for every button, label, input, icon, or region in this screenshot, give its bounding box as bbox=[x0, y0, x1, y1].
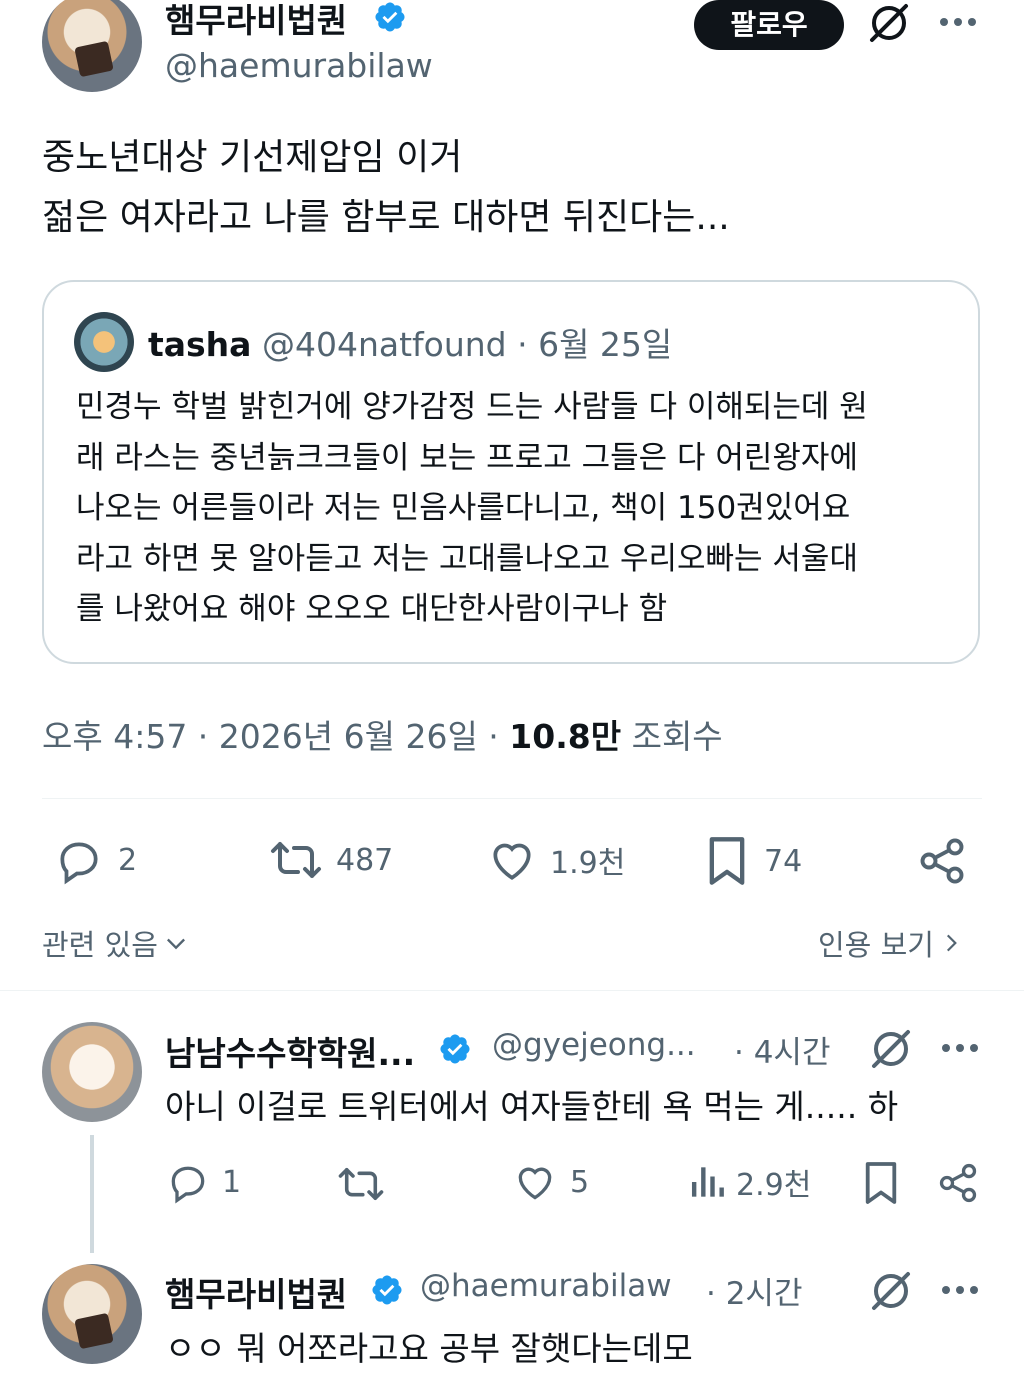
views-icon bbox=[688, 1160, 726, 1204]
retweet-count: 487 bbox=[336, 842, 394, 878]
reply-like-count: 5 bbox=[570, 1164, 590, 1200]
like-button[interactable]: 1.9천 bbox=[486, 835, 625, 885]
like-icon bbox=[486, 835, 538, 885]
quoted-date: · 6월 25일 bbox=[517, 325, 673, 364]
divider bbox=[0, 990, 1024, 991]
reply-reply-count: 1 bbox=[222, 1164, 242, 1200]
related-label: 관련 있음 bbox=[42, 928, 158, 962]
view-quotes-link[interactable]: 인용 보기 bbox=[818, 922, 964, 964]
verified-badge-icon bbox=[438, 1032, 472, 1066]
quoted-text-line: 나오는 어른들이라 저는 민음사를다니고, 책이 150권있어요 bbox=[76, 490, 851, 526]
like-icon bbox=[512, 1160, 558, 1204]
reply-time[interactable]: · 2시간 bbox=[706, 1268, 802, 1313]
tweet-text: 중노년대상 기선제압임 이거 젊은 여자라고 나를 함부로 대하면 뒤진다는..… bbox=[42, 128, 730, 248]
reply-author-name[interactable]: 남남수수학학원... bbox=[165, 1027, 415, 1075]
reply-text: ㅇㅇ 뭐 어쪼라고요 공부 잘햇다는데모 bbox=[165, 1329, 693, 1368]
tweet-text-line: 젊은 여자라고 나를 함부로 대하면 뒤진다는... bbox=[42, 197, 730, 238]
bookmark-icon[interactable] bbox=[862, 1160, 900, 1206]
retweet-icon[interactable] bbox=[336, 1162, 386, 1206]
views-label: 조회수 bbox=[631, 717, 723, 756]
chevron-down-icon bbox=[162, 929, 190, 957]
reply-time[interactable]: · 4시간 bbox=[734, 1027, 830, 1072]
quoted-tweet[interactable]: tasha @404natfound · 6월 25일 민경누 학벌 밝힌거에 … bbox=[42, 280, 980, 664]
tweet-text-line: 중노년대상 기선제압임 이거 bbox=[42, 137, 463, 178]
views-count: 10.8만 bbox=[509, 717, 622, 756]
retweet-button[interactable]: 487 bbox=[268, 835, 393, 885]
grok-icon[interactable] bbox=[864, 0, 914, 48]
related-toggle[interactable]: 관련 있음 bbox=[42, 922, 190, 964]
more-icon[interactable] bbox=[938, 10, 978, 34]
view-quotes-label: 인용 보기 bbox=[818, 928, 934, 962]
reply-icon bbox=[166, 1160, 210, 1204]
share-icon[interactable] bbox=[936, 1160, 980, 1206]
quoted-author-name: tasha bbox=[148, 325, 252, 364]
verified-badge-icon bbox=[373, 0, 407, 34]
follow-button[interactable]: 팔로우 bbox=[694, 0, 844, 50]
reply-views-count: 2.9천 bbox=[736, 1168, 812, 1203]
retweet-icon bbox=[268, 835, 324, 885]
author-handle[interactable]: @haemurabilaw bbox=[165, 46, 433, 85]
reply-author-handle[interactable]: @haemurabilaw bbox=[420, 1268, 672, 1304]
author-name[interactable]: 햄무라비법퀀 bbox=[165, 0, 347, 42]
reply-count: 2 bbox=[118, 842, 138, 878]
author-avatar[interactable] bbox=[42, 0, 142, 92]
more-icon[interactable] bbox=[940, 1036, 980, 1060]
reply-text: 아니 이걸로 트위터에서 여자들한테 욕 먹는 게..... 하 bbox=[165, 1087, 899, 1126]
grok-icon[interactable] bbox=[866, 1266, 916, 1316]
quoted-author-avatar bbox=[74, 312, 134, 372]
thread-line bbox=[90, 1135, 94, 1253]
more-icon[interactable] bbox=[940, 1278, 980, 1302]
quoted-text-line: 민경누 학벌 밝힌거에 양가감정 드는 사람들 다 이해되는데 원 bbox=[76, 389, 868, 425]
bookmark-count: 74 bbox=[764, 843, 803, 879]
tweet-timestamp[interactable]: 오후 4:57 · 2026년 6월 26일 · bbox=[42, 717, 499, 756]
reply-author-name[interactable]: 햄무라비법퀀 bbox=[165, 1268, 347, 1316]
reply-author-avatar[interactable] bbox=[42, 1264, 142, 1364]
divider bbox=[42, 798, 982, 799]
like-count: 1.9천 bbox=[550, 846, 626, 881]
bookmark-button[interactable]: 74 bbox=[704, 835, 802, 887]
reply-reply-button[interactable]: 1 bbox=[166, 1160, 241, 1204]
reply-views-button[interactable]: 2.9천 bbox=[688, 1160, 811, 1204]
chevron-right-icon bbox=[938, 929, 964, 957]
reply-button[interactable]: 2 bbox=[54, 835, 137, 885]
reply-author-avatar[interactable] bbox=[42, 1022, 142, 1122]
verified-badge-icon bbox=[370, 1273, 404, 1307]
share-icon[interactable] bbox=[916, 835, 968, 887]
reply-icon bbox=[54, 835, 104, 885]
grok-icon[interactable] bbox=[866, 1024, 916, 1074]
quoted-author-handle: @404natfound bbox=[261, 325, 507, 364]
quoted-text-line: 라고 하면 못 알아듣고 저는 고대를나오고 우리오빠는 서울대 bbox=[76, 540, 858, 577]
bookmark-icon bbox=[704, 835, 750, 887]
quoted-text: 민경누 학벌 밝힌거에 양가감정 드는 사람들 다 이해되는데 원 래 라스는 … bbox=[76, 382, 868, 635]
quoted-text-line: 를 나왔어요 해야 오오오 대단한사람이구나 함 bbox=[76, 591, 668, 627]
reply-like-button[interactable]: 5 bbox=[512, 1160, 589, 1204]
reply-author-handle[interactable]: @gyejeong... bbox=[492, 1027, 696, 1063]
quoted-text-line: 래 라스는 중년늙크크들이 보는 프로고 그들은 다 어린왕자에 bbox=[76, 439, 858, 476]
